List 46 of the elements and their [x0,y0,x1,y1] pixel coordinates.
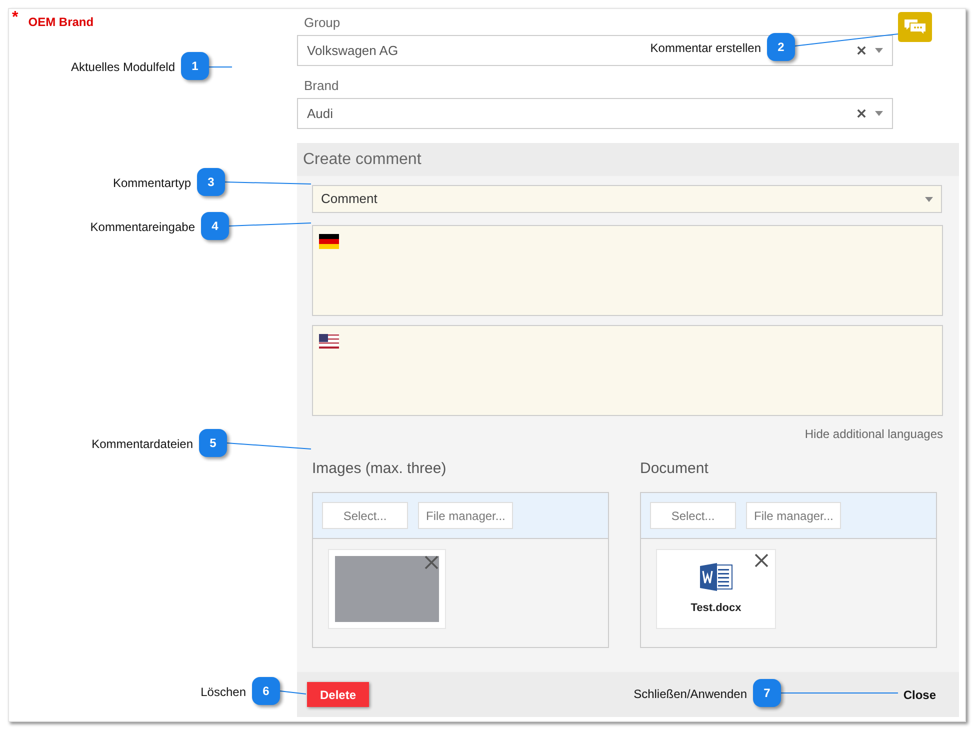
caret-icon [925,196,933,202]
callout-badge: 7 [753,679,781,707]
clear-icon[interactable] [857,46,866,55]
delete-button[interactable]: Delete [307,682,369,707]
upload-button[interactable]: Select... [322,502,408,529]
section-title: Images (max. three) [312,459,448,479]
required-mark: * [12,10,18,26]
field-title: OEM Brand [28,14,94,31]
callout-label: Aktuelles Modulfeld [70,59,175,76]
caret-icon [875,48,883,53]
panel-title: Create comment [303,150,422,170]
callout-badge: 4 [201,212,229,240]
leader-line [280,690,306,694]
field-label: Group [304,14,340,32]
section-title: Document [640,459,710,479]
remove-icon[interactable] [754,553,769,568]
leader-line [208,66,232,68]
upload-button[interactable]: File manager... [418,502,514,529]
field-label: Brand [304,77,339,95]
callout-badge: 5 [199,429,227,457]
callout-label: Kommentartyp [112,175,191,192]
flag-icon [319,234,339,249]
callout-badge: 6 [252,677,280,705]
comment-input[interactable] [312,325,943,416]
caret-icon [875,111,883,116]
callout-badge: 3 [197,168,225,196]
clear-icon[interactable] [857,109,866,118]
upload-button[interactable]: Select... [650,502,736,529]
upload-button[interactable]: File manager... [746,502,842,529]
file-name: Test.docx [690,601,742,616]
flag-icon [319,334,339,349]
close-button[interactable]: Close [903,686,936,704]
callout-label: Löschen [200,684,246,701]
callout-label: Kommentardateien [92,436,193,453]
callout-label: Schließen/Anwenden [634,686,747,703]
comment-input[interactable] [312,225,943,316]
callout-badge: 2 [767,33,795,61]
chat-icon [903,18,927,36]
hide-languages-link[interactable]: Hide additional languages [804,425,943,443]
callout-label: Kommentar erstellen [650,40,761,57]
callout-badge: 1 [181,52,209,80]
comment-type-select[interactable]: Comment [312,185,942,213]
callout-label: Kommentareingabe [90,219,195,236]
select-field[interactable]: Audi [297,98,893,129]
document-icon [699,562,733,592]
remove-icon[interactable] [424,555,439,570]
